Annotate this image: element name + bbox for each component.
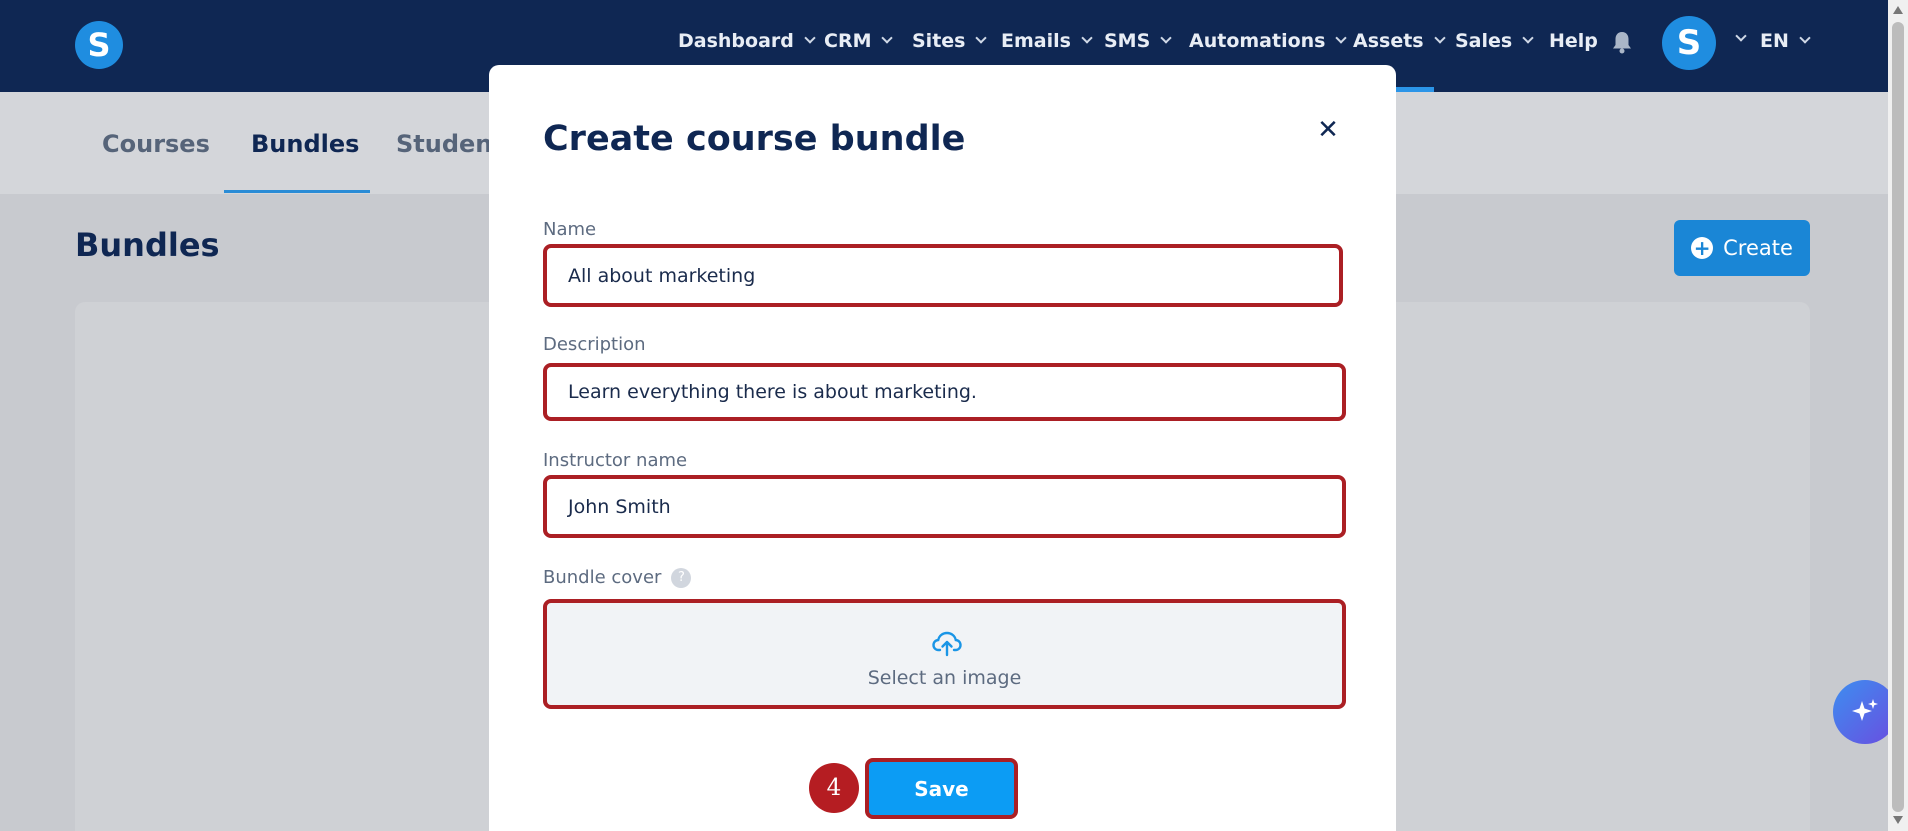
nav-automations-label: Automations — [1189, 30, 1326, 52]
close-icon[interactable]: ✕ — [1315, 117, 1341, 143]
bundle-cover-label-text: Bundle cover — [543, 567, 662, 588]
nav-sms[interactable]: SMS — [1104, 30, 1172, 52]
chevron-down-icon — [881, 32, 894, 44]
chevron-down-icon — [804, 32, 816, 44]
page-scrollbar[interactable] — [1888, 0, 1908, 831]
nav-help[interactable]: Help — [1549, 30, 1598, 52]
create-button[interactable]: + Create — [1674, 220, 1810, 276]
chevron-down-icon — [1335, 32, 1348, 44]
nav-assets-label: Assets — [1353, 30, 1424, 52]
nav-help-label: Help — [1549, 30, 1598, 52]
language-label: EN — [1760, 30, 1789, 52]
nav-sites-label: Sites — [912, 30, 966, 52]
cloud-upload-icon — [932, 631, 962, 657]
instructor-name-label: Instructor name — [543, 450, 688, 471]
chevron-down-icon — [1799, 32, 1811, 44]
instructor-name-value: John Smith — [568, 495, 671, 518]
scroll-up-arrow[interactable] — [1893, 6, 1903, 14]
help-icon[interactable]: ? — [671, 568, 692, 588]
language-selector[interactable]: EN — [1760, 30, 1811, 52]
chevron-down-icon — [1160, 32, 1172, 44]
nav-assets[interactable]: Assets — [1353, 30, 1446, 52]
nav-sales-label: Sales — [1455, 30, 1513, 52]
brand-logo[interactable]: S — [75, 21, 123, 69]
nav-automations[interactable]: Automations — [1189, 30, 1348, 52]
bundle-cover-upload[interactable]: Select an image — [543, 599, 1346, 709]
plus-circle-icon: + — [1691, 237, 1714, 259]
avatar[interactable]: S — [1662, 16, 1716, 70]
description-field[interactable]: Learn everything there is about marketin… — [543, 363, 1346, 421]
create-bundle-modal: Create course bundle ✕ Name All about ma… — [489, 65, 1396, 831]
scroll-thumb[interactable] — [1892, 22, 1904, 812]
name-field[interactable]: All about marketing — [543, 244, 1343, 307]
name-field-value: All about marketing — [568, 264, 756, 287]
avatar-chevron-down-icon[interactable] — [1735, 30, 1747, 42]
nav-crm[interactable]: CRM — [824, 30, 894, 52]
nav-sms-label: SMS — [1104, 30, 1151, 52]
chevron-down-icon — [975, 32, 988, 44]
nav-dashboard[interactable]: Dashboard — [678, 30, 816, 52]
nav-emails-label: Emails — [1001, 30, 1071, 52]
scroll-down-arrow[interactable] — [1893, 816, 1903, 824]
bell-icon[interactable] — [1611, 30, 1633, 54]
description-label: Description — [543, 334, 646, 355]
chevron-down-icon — [1081, 32, 1093, 44]
nav-sales[interactable]: Sales — [1455, 30, 1534, 52]
sparkle-icon — [1852, 699, 1878, 721]
tab-bundles[interactable]: Bundles — [251, 130, 359, 158]
instructor-name-field[interactable]: John Smith — [543, 475, 1346, 538]
create-button-label: Create — [1723, 236, 1793, 260]
chevron-down-icon — [1433, 32, 1446, 44]
modal-title: Create course bundle — [543, 119, 966, 159]
chevron-down-icon — [1522, 32, 1534, 44]
step-number-badge: 4 — [809, 763, 859, 813]
bundle-cover-label: Bundle cover? — [543, 567, 692, 588]
active-tab-indicator — [224, 190, 370, 193]
name-label: Name — [543, 219, 597, 240]
upload-prompt: Select an image — [867, 667, 1022, 689]
nav-emails[interactable]: Emails — [1001, 30, 1093, 52]
tab-courses[interactable]: Courses — [102, 130, 210, 158]
nav-crm-label: CRM — [824, 30, 872, 52]
save-button[interactable]: Save — [865, 758, 1018, 819]
nav-dashboard-label: Dashboard — [678, 30, 794, 52]
page-title: Bundles — [75, 226, 220, 264]
description-field-value: Learn everything there is about marketin… — [568, 381, 977, 403]
nav-sites[interactable]: Sites — [912, 30, 988, 52]
